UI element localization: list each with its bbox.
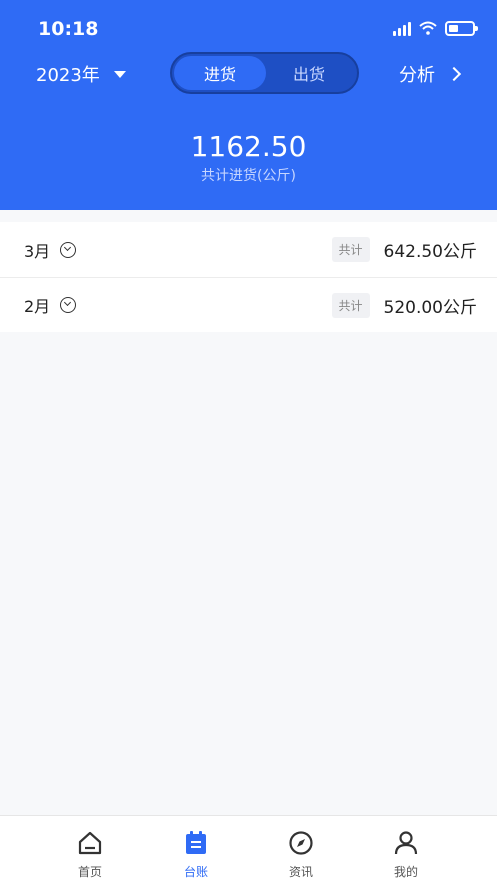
month-amount: 520.00公斤 — [383, 297, 477, 318]
month-list: 3月 共计 642.50公斤 2月 共计 520.00公斤 — [0, 222, 497, 332]
month-row[interactable]: 3月 共计 642.50公斤 — [0, 222, 497, 277]
chevron-right-icon — [446, 66, 462, 82]
battery-icon — [445, 20, 478, 36]
tab-bar: 首页 台账 资讯 我的 — [0, 815, 497, 883]
caret-down-icon — [113, 70, 126, 78]
user-icon — [394, 831, 418, 855]
month-label: 2月 — [24, 297, 51, 316]
home-icon — [78, 831, 102, 855]
wifi-icon — [419, 21, 437, 35]
total-tag: 共计 — [331, 292, 370, 318]
ledger-icon — [186, 831, 206, 854]
month-label: 3月 — [24, 241, 51, 261]
total-tag: 共计 — [331, 237, 370, 262]
tab-profile[interactable]: 我的 — [376, 830, 436, 880]
chevron-down-circle-icon[interactable] — [60, 297, 77, 313]
compass-icon — [289, 831, 313, 855]
tab-label: 资讯 — [288, 865, 313, 879]
battery-fill — [449, 24, 458, 32]
total-value: 1162.50 — [190, 130, 307, 163]
status-time: 10:18 — [38, 18, 99, 40]
tab-label: 我的 — [393, 865, 418, 879]
year-selector[interactable]: 2023年 — [36, 61, 126, 87]
status-icons — [393, 20, 478, 36]
signal-icon — [393, 20, 411, 36]
tab-home[interactable]: 首页 — [60, 830, 120, 880]
segment-outgoing[interactable]: 出货 — [263, 56, 355, 90]
tab-label: 首页 — [77, 865, 102, 879]
year-label: 2023年 — [36, 65, 100, 86]
month-row[interactable]: 2月 共计 520.00公斤 — [0, 277, 497, 332]
total-label: 共计进货(公斤) — [201, 168, 296, 184]
tab-news[interactable]: 资讯 — [271, 830, 331, 880]
chevron-down-circle-icon[interactable] — [60, 241, 77, 258]
status-bar: 10:18 — [0, 0, 497, 60]
tab-label: 台账 — [183, 865, 208, 879]
segment-control: 进货 出货 — [170, 52, 359, 94]
tab-ledger[interactable]: 台账 — [166, 830, 226, 880]
header: 10:18 2023年 进货 出货 分析 1162.50 共计进货(公斤) — [0, 0, 497, 210]
analysis-label: 分析 — [399, 65, 435, 86]
analysis-link[interactable]: 分析 — [399, 61, 462, 87]
month-amount: 642.50公斤 — [383, 242, 477, 262]
segment-incoming[interactable]: 进货 — [174, 56, 266, 90]
